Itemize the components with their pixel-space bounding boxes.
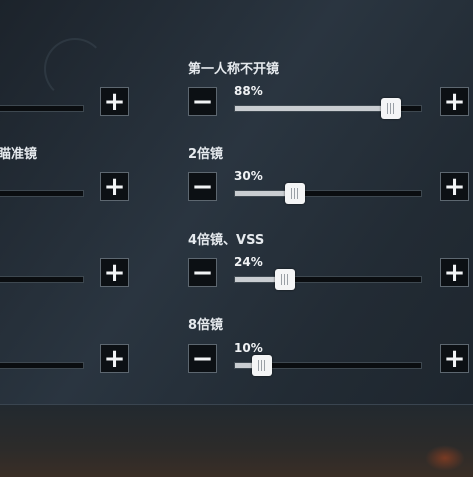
right-minus-button-4[interactable]: − xyxy=(188,344,217,373)
right-plus-button-4[interactable]: + xyxy=(440,344,469,373)
right-plus-button-2[interactable]: + xyxy=(440,172,469,201)
right-row-label-3: 4倍镜、VSS xyxy=(188,233,265,248)
slider-thumb[interactable] xyxy=(274,269,295,290)
background-scene-strip xyxy=(0,405,473,477)
plus-icon: + xyxy=(103,257,126,288)
right-value-text-1: 88% xyxy=(234,84,263,98)
right-slider-4[interactable] xyxy=(234,355,422,376)
left-plus-button-4[interactable]: + xyxy=(100,344,129,373)
plus-icon: + xyxy=(443,171,466,202)
plus-icon: + xyxy=(103,86,126,117)
slider-thumb[interactable] xyxy=(251,355,272,376)
right-minus-button-3[interactable]: − xyxy=(188,258,217,287)
right-minus-button-2[interactable]: − xyxy=(188,172,217,201)
left-plus-button-1[interactable]: + xyxy=(100,87,129,116)
right-value-text-2: 30% xyxy=(234,169,263,183)
plus-icon: + xyxy=(103,171,126,202)
left-plus-button-3[interactable]: + xyxy=(100,258,129,287)
minus-icon: − xyxy=(191,171,214,202)
left-slider-track-2[interactable] xyxy=(0,190,84,197)
minus-icon: − xyxy=(191,343,214,374)
plus-icon: + xyxy=(103,343,126,374)
slider-fill xyxy=(235,106,392,111)
right-plus-button-1[interactable]: + xyxy=(440,87,469,116)
right-value-text-4: 10% xyxy=(234,341,263,355)
slider-thumb[interactable] xyxy=(381,98,402,119)
plus-icon: + xyxy=(443,257,466,288)
minus-icon: − xyxy=(191,257,214,288)
slider-thumb[interactable] xyxy=(284,183,305,204)
plus-icon: + xyxy=(443,86,466,117)
right-row-label-2: 2倍镜 xyxy=(188,147,224,162)
right-slider-1[interactable] xyxy=(234,98,422,119)
plus-icon: + xyxy=(443,343,466,374)
right-row-label-4: 8倍镜 xyxy=(188,318,224,333)
left-row-label-2: 瞄准镜 xyxy=(0,147,38,162)
right-value-text-3: 24% xyxy=(234,255,263,269)
left-plus-button-2[interactable]: + xyxy=(100,172,129,201)
minus-icon: − xyxy=(191,86,214,117)
background-artwork xyxy=(425,445,465,471)
left-slider-track-4[interactable] xyxy=(0,362,84,369)
right-slider-3[interactable] xyxy=(234,269,422,290)
right-minus-button-1[interactable]: − xyxy=(188,87,217,116)
background-arc xyxy=(44,38,106,100)
right-slider-2[interactable] xyxy=(234,183,422,204)
right-row-label-1: 第一人称不开镜 xyxy=(188,62,280,77)
right-plus-button-3[interactable]: + xyxy=(440,258,469,287)
sensitivity-panel: + 瞄准镜 + + + 第一人称不开镜 − 88% + 2倍镜 − 30% + … xyxy=(0,0,473,405)
left-slider-track-3[interactable] xyxy=(0,276,84,283)
left-slider-track-1[interactable] xyxy=(0,105,84,112)
